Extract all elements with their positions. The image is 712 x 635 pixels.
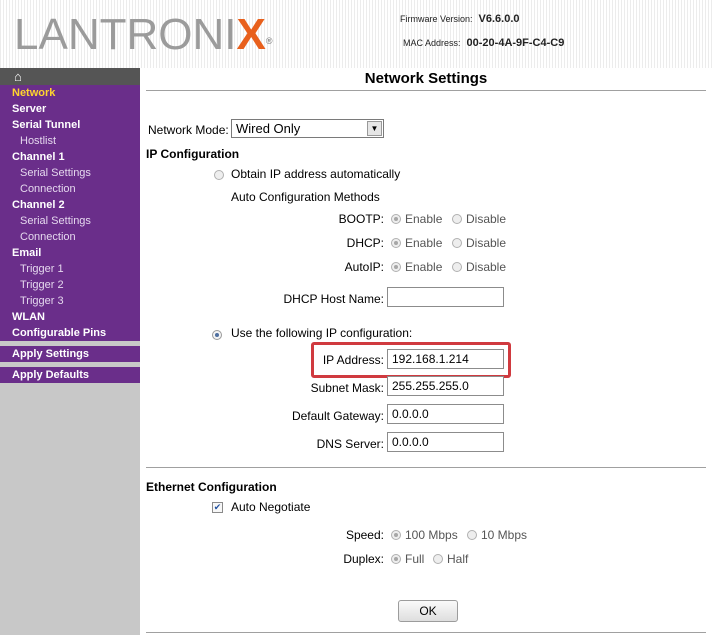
auto-negotiate-label: Auto Negotiate (231, 500, 311, 514)
bootp-enable-radio[interactable] (391, 214, 401, 224)
speed-10-radio[interactable] (467, 530, 477, 540)
duplex-label: Duplex: (343, 552, 384, 566)
subnet-mask-input[interactable]: 255.255.255.0 (387, 376, 504, 396)
network-mode-select[interactable]: Wired Only ▼ (231, 119, 384, 138)
obtain-auto-radio[interactable] (214, 170, 224, 180)
divider (146, 632, 706, 633)
sidebar-item-trigger-1[interactable]: Trigger 1 (0, 261, 140, 277)
bootp-enable-label: Enable (405, 212, 443, 226)
ip-address-highlight (311, 342, 511, 378)
sidebar-item-hostlist[interactable]: Hostlist (0, 133, 140, 149)
sidebar-item-apply-defaults[interactable]: Apply Defaults (0, 362, 140, 383)
mac-value: 00-20-4A-9F-C4-C9 (466, 37, 565, 49)
dhcp-disable-label: Disable (466, 236, 507, 250)
sidebar-item-serial-tunnel[interactable]: Serial Tunnel (0, 117, 140, 133)
sidebar-item-email[interactable]: Email (0, 245, 140, 261)
use-following-radio[interactable] (212, 330, 222, 340)
sidebar-item-network[interactable]: Network (0, 85, 140, 101)
duplex-half-radio[interactable] (433, 554, 443, 564)
use-following-label: Use the following IP configuration: (231, 326, 413, 340)
sidebar-item-serial-settings[interactable]: Serial Settings (0, 165, 140, 181)
subnet-mask-label: Subnet Mask: (310, 381, 384, 395)
divider (146, 90, 706, 91)
dns-server-label: DNS Server: (316, 437, 384, 451)
network-mode-label: Network Mode: (148, 123, 229, 137)
dhcp-enable-label: Enable (405, 236, 443, 250)
sidebar-item-connection[interactable]: Connection (0, 181, 140, 197)
dhcp-label: DHCP: (346, 236, 384, 250)
sidebar-item-wlan[interactable]: WLAN (0, 309, 140, 325)
sidebar-nav: Network Server Serial Tunnel Hostlist Channe… (0, 85, 140, 383)
autoip-disable-radio[interactable] (452, 262, 462, 272)
dhcp-disable-radio[interactable] (452, 238, 462, 248)
firmware-value: V6.6.0.0 (478, 13, 520, 25)
header-banner: LANTRONIX® Firmware Version: V6.6.0.0 MAC… (0, 0, 712, 68)
duplex-full-label: Full (405, 552, 425, 566)
bootp-disable-radio[interactable] (452, 214, 462, 224)
dhcp-enable-radio[interactable] (391, 238, 401, 248)
chevron-down-icon[interactable]: ▼ (367, 121, 382, 136)
sidebar: ⌂ Network Server Serial Tunnel Hostlist Chan… (0, 68, 140, 635)
obtain-auto-label: Obtain IP address automatically (231, 167, 401, 181)
dns-server-input[interactable]: 0.0.0.0 (387, 432, 504, 452)
sidebar-item-channel-1[interactable]: Channel 1 (0, 149, 140, 165)
dhcp-host-label: DHCP Host Name: (283, 292, 384, 306)
duplex-half-label: Half (447, 552, 469, 566)
auto-methods-label: Auto Configuration Methods (231, 190, 380, 204)
speed-10-label: 10 Mbps (481, 528, 528, 542)
gateway-label: Default Gateway: (291, 409, 384, 423)
sidebar-item-trigger-2[interactable]: Trigger 2 (0, 277, 140, 293)
bootp-disable-label: Disable (466, 212, 507, 226)
ethernet-heading: Ethernet Configuration (146, 480, 277, 494)
duplex-full-radio[interactable] (391, 554, 401, 564)
autoip-enable-radio[interactable] (391, 262, 401, 272)
speed-label: Speed: (345, 528, 384, 542)
sidebar-item-apply-settings[interactable]: Apply Settings (0, 341, 140, 362)
lantronix-logo: LANTRONIX® (14, 10, 273, 59)
speed-100-radio[interactable] (391, 530, 401, 540)
mac-label: MAC Address: (403, 38, 461, 48)
ok-button[interactable]: OK (398, 600, 458, 622)
divider (146, 467, 706, 468)
ip-config-heading: IP Configuration (146, 147, 240, 161)
auto-negotiate-checkbox[interactable]: ✔ (212, 502, 223, 513)
sidebar-item-server[interactable]: Server (0, 101, 140, 117)
sidebar-item-configurable-pins[interactable]: Configurable Pins (0, 325, 140, 341)
sidebar-item-serial-settings[interactable]: Serial Settings (0, 213, 140, 229)
sidebar-item-connection[interactable]: Connection (0, 229, 140, 245)
firmware-label: Firmware Version: (400, 14, 473, 24)
network-mode-value: Wired Only (236, 121, 301, 136)
autoip-enable-label: Enable (405, 260, 443, 274)
sidebar-item-channel-2[interactable]: Channel 2 (0, 197, 140, 213)
page-title: Network Settings (364, 70, 488, 87)
mac-address: MAC Address: 00-20-4A-9F-C4-C9 (403, 37, 564, 49)
firmware-version: Firmware Version: V6.6.0.0 (400, 13, 520, 25)
speed-100-label: 100 Mbps (405, 528, 458, 542)
dhcp-host-input[interactable] (387, 287, 504, 307)
autoip-label: AutoIP: (344, 260, 384, 274)
bootp-label: BOOTP: (338, 212, 384, 226)
gateway-input[interactable]: 0.0.0.0 (387, 404, 504, 424)
sidebar-item-trigger-3[interactable]: Trigger 3 (0, 293, 140, 309)
autoip-disable-label: Disable (466, 260, 507, 274)
home-icon[interactable]: ⌂ (0, 68, 140, 85)
